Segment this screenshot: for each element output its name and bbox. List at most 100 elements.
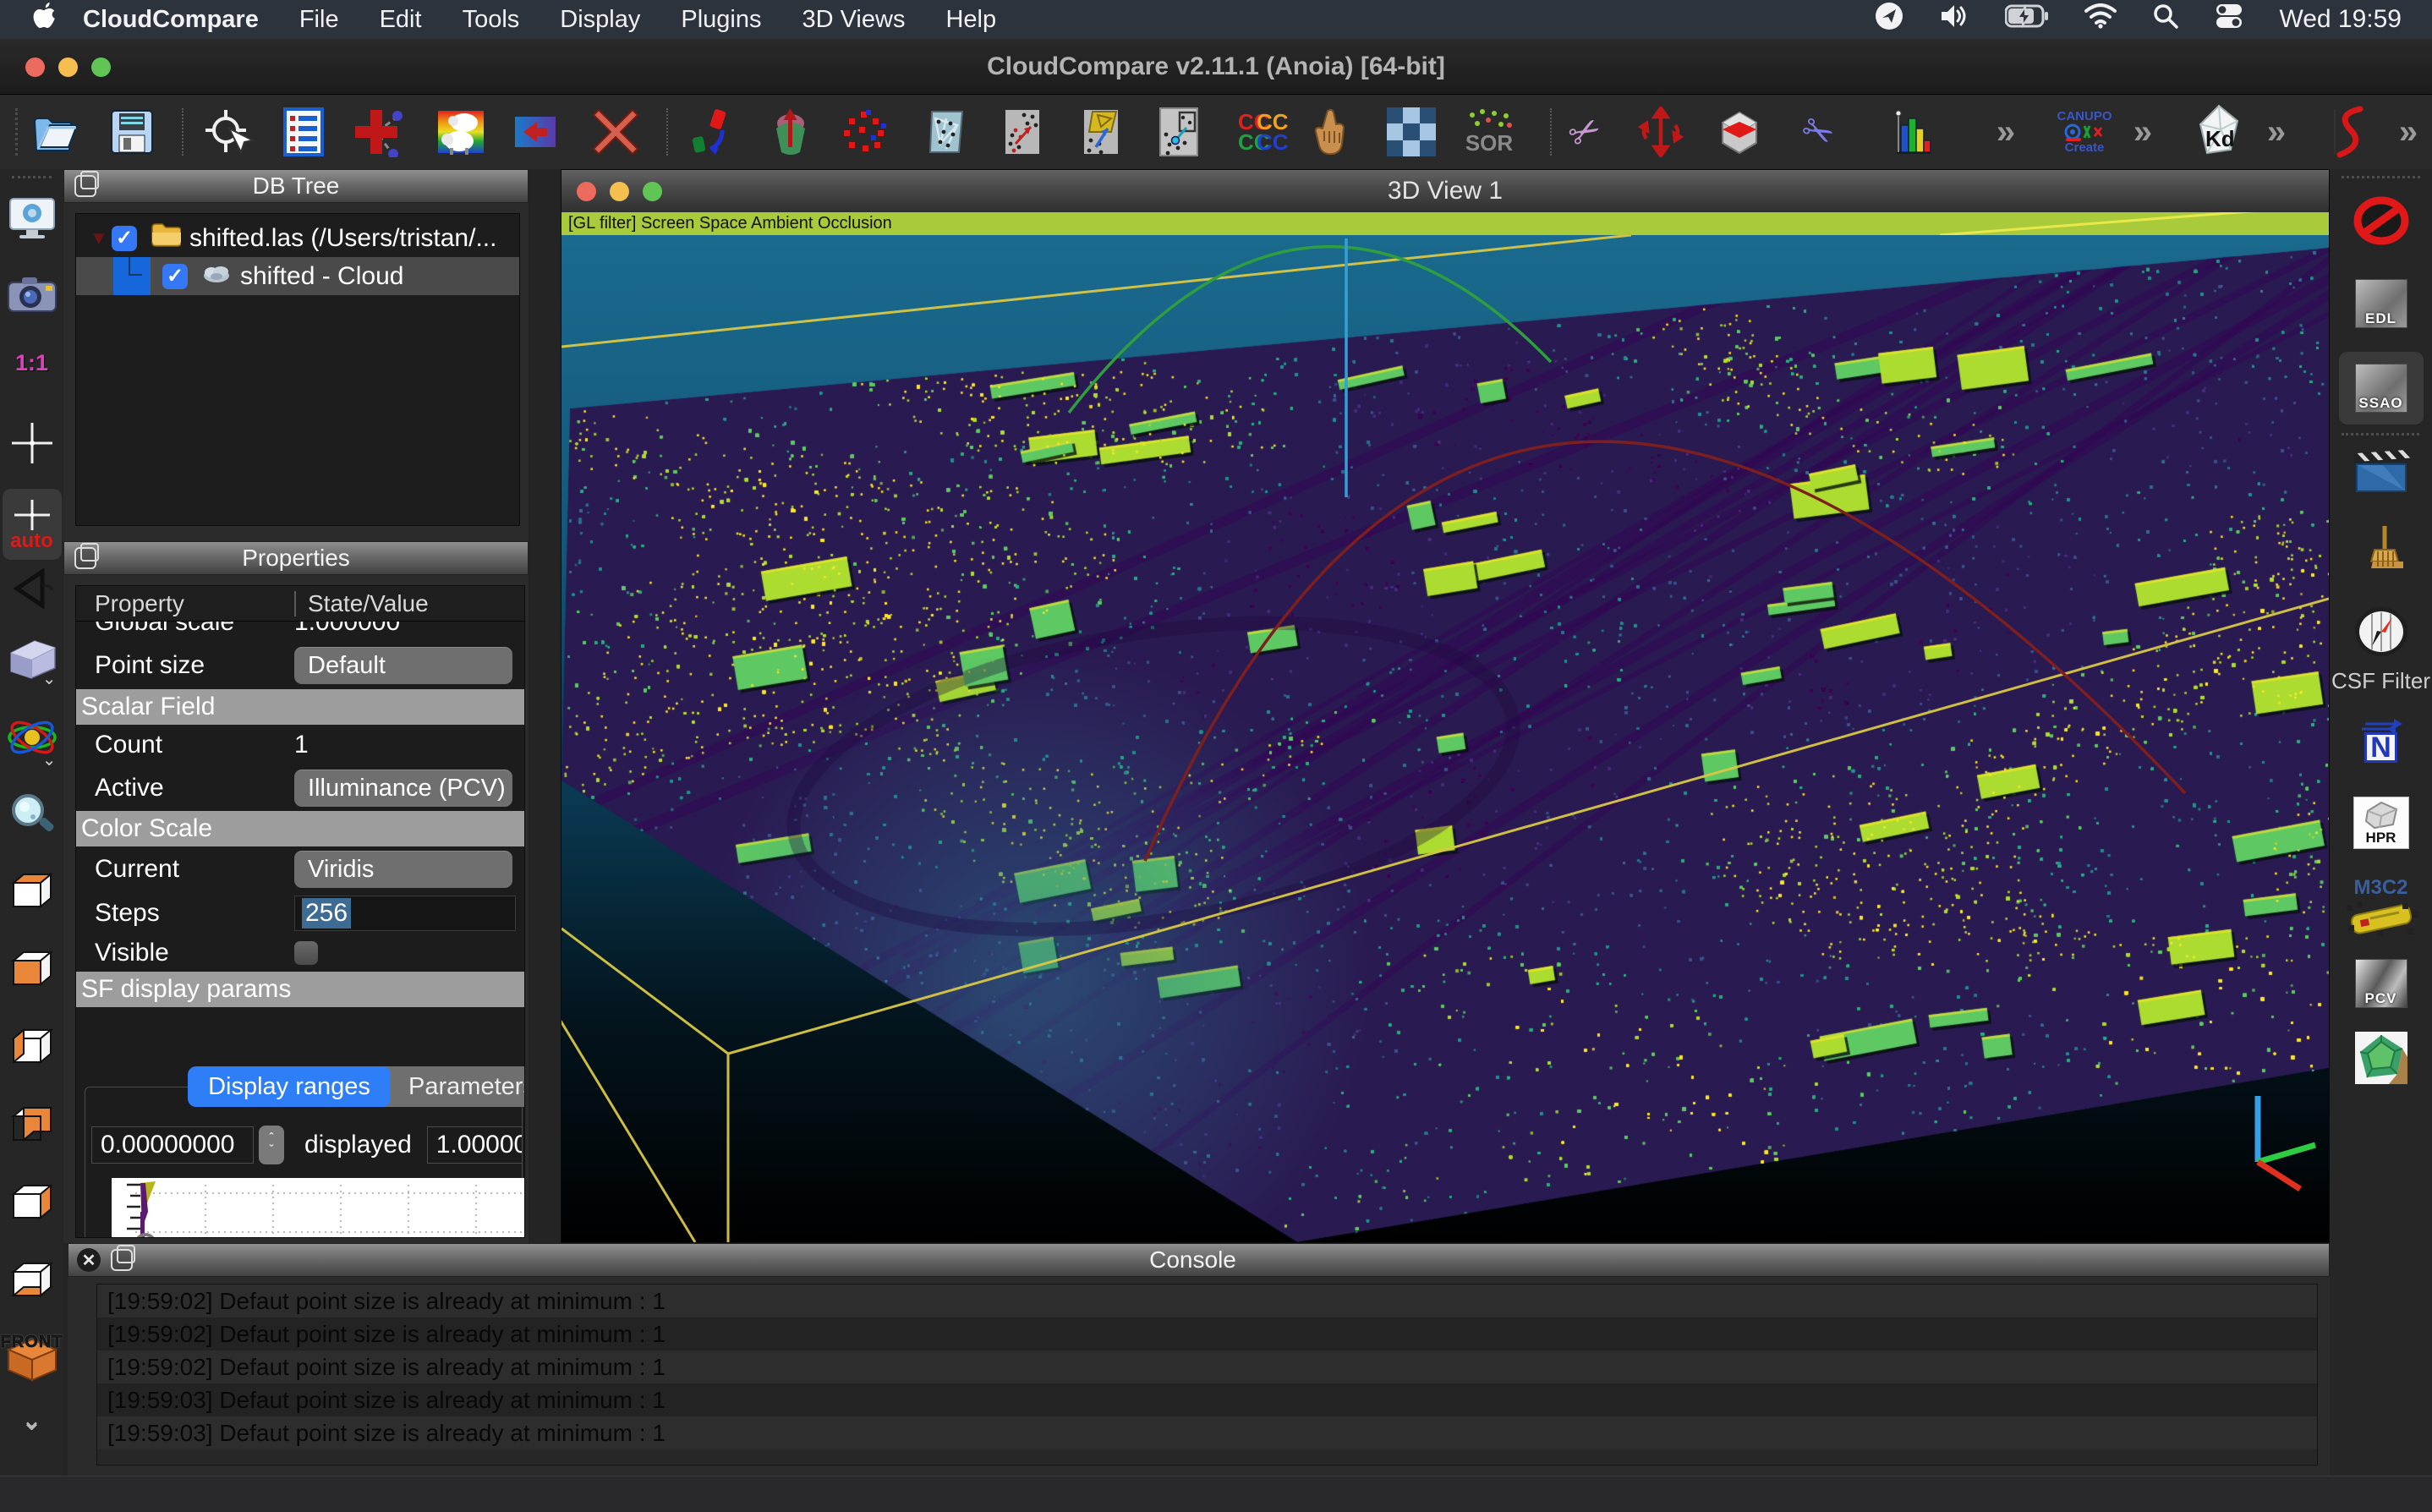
- console-close-icon[interactable]: ✕: [77, 1248, 101, 1272]
- histogram-icon[interactable]: [1884, 105, 1938, 159]
- point-picking-icon[interactable]: [352, 105, 406, 159]
- view-front-icon[interactable]: [7, 947, 58, 989]
- subsample-grid-icon[interactable]: [1384, 105, 1438, 159]
- ssao-filter-icon[interactable]: SSAO: [2339, 352, 2424, 425]
- compass-plugin-icon[interactable]: [2353, 605, 2409, 658]
- menu-3d-views[interactable]: 3D Views: [781, 0, 925, 39]
- location-icon[interactable]: [1875, 2, 1903, 37]
- fullscreen-display-icon[interactable]: [8, 196, 57, 240]
- view-right-icon[interactable]: [7, 1181, 58, 1223]
- delete-icon[interactable]: [589, 105, 643, 159]
- facets-plugin-icon[interactable]: [2355, 1032, 2407, 1084]
- edl-filter-icon[interactable]: EDL: [2355, 279, 2407, 328]
- pick-point-icon[interactable]: [202, 105, 256, 159]
- compute-normals-icon[interactable]: [764, 105, 818, 159]
- view-maximize-button[interactable]: [643, 182, 662, 201]
- toolbar-overflow-chevron[interactable]: »: [1987, 105, 2021, 159]
- dock-handle[interactable]: [12, 176, 52, 184]
- canupo-overflow-chevron[interactable]: »: [2124, 105, 2158, 159]
- volume-icon[interactable]: [1939, 3, 1969, 36]
- float-panel-icon[interactable]: [74, 547, 96, 569]
- apply-transformation-icon[interactable]: [508, 105, 562, 159]
- clean-broom-icon[interactable]: [2359, 524, 2403, 577]
- cloud-cloud-distance-icon[interactable]: [995, 105, 1049, 159]
- kdtree-plugin-icon[interactable]: Kd: [2192, 105, 2246, 159]
- view-minimize-button[interactable]: [610, 182, 629, 201]
- sra-overflow-chevron[interactable]: »: [2390, 105, 2424, 159]
- csf-filter-label[interactable]: CSF Filter: [2331, 668, 2430, 694]
- tab-display-ranges[interactable]: Display ranges: [188, 1066, 391, 1107]
- sf-histogram[interactable]: [112, 1178, 525, 1238]
- bounding-box-icon[interactable]: ⌄: [6, 636, 58, 684]
- range-min-stepper[interactable]: ˆˇ: [259, 1126, 284, 1164]
- view-bottom-icon[interactable]: [7, 1258, 58, 1301]
- cloud-visibility-checkbox[interactable]: ✓: [162, 264, 188, 289]
- console-header[interactable]: ✕ Console: [68, 1243, 2330, 1277]
- properties-list-icon[interactable]: [277, 105, 331, 159]
- view-back-icon[interactable]: [7, 1103, 58, 1145]
- hpr-plugin-icon[interactable]: HPR: [2353, 797, 2409, 849]
- m3c2-plugin-icon[interactable]: M3C2: [2343, 876, 2419, 937]
- open-file-icon[interactable]: [29, 105, 83, 159]
- cc-plugin-icon[interactable]: CCCCCCCC: [1230, 105, 1284, 159]
- menu-display[interactable]: Display: [540, 0, 660, 39]
- animation-plugin-icon[interactable]: [2353, 448, 2410, 496]
- dock-more-chevron[interactable]: ⌄⌄: [21, 1414, 42, 1429]
- menu-plugins[interactable]: Plugins: [660, 0, 781, 39]
- tree-item-cloud[interactable]: ✓ shifted - Cloud: [76, 257, 519, 295]
- steps-spinbox[interactable]: 256: [294, 896, 516, 931]
- canupo-plugin-icon[interactable]: CANUPOCreate: [2057, 105, 2112, 159]
- no-gl-filter-icon[interactable]: [2352, 191, 2411, 250]
- cloud-mesh-distance-icon[interactable]: [1074, 105, 1128, 159]
- register-icon[interactable]: [685, 105, 739, 159]
- save-icon[interactable]: [105, 105, 159, 159]
- float-panel-icon[interactable]: [74, 175, 96, 197]
- statistical-test-icon[interactable]: [1152, 105, 1206, 159]
- view-top-icon[interactable]: [7, 869, 58, 912]
- clone-icon[interactable]: [434, 105, 488, 159]
- sor-filter-icon[interactable]: SOR: [1462, 105, 1516, 159]
- range-max-input[interactable]: 1.00000000: [427, 1126, 523, 1164]
- properties-header[interactable]: Properties: [63, 541, 529, 575]
- point-size-dropdown[interactable]: Default: [294, 647, 512, 684]
- pick-rotation-center-icon[interactable]: [8, 419, 56, 467]
- range-min-input[interactable]: 0.00000000: [91, 1126, 254, 1164]
- sra-plugin-icon[interactable]: [2323, 105, 2377, 159]
- interactive-transform-icon[interactable]: [1634, 105, 1688, 159]
- menu-edit[interactable]: Edit: [359, 0, 442, 39]
- root-visibility-checkbox[interactable]: ✓: [112, 226, 137, 251]
- zoom-center-icon[interactable]: [8, 792, 57, 841]
- menubar-clock[interactable]: Wed 19:59: [2279, 5, 2402, 34]
- menu-help[interactable]: Help: [925, 0, 1016, 39]
- pcv-plugin-icon[interactable]: PCV: [2355, 959, 2407, 1008]
- visible-checkbox[interactable]: [294, 941, 318, 965]
- color-scale-dropdown[interactable]: Viridis: [294, 851, 512, 888]
- orbit-mode-icon[interactable]: ⌄: [6, 714, 58, 765]
- cross-section-icon[interactable]: [1712, 105, 1766, 159]
- segment-polyline-icon[interactable]: ✂: [1790, 105, 1844, 159]
- scissors-segment-icon[interactable]: ✂: [1558, 105, 1612, 159]
- 3d-viewport[interactable]: [561, 235, 2329, 1242]
- view-close-button[interactable]: [577, 182, 596, 201]
- menu-file[interactable]: File: [279, 0, 359, 39]
- apple-menu-icon[interactable]: [32, 2, 58, 37]
- view-left-icon[interactable]: [7, 1025, 58, 1067]
- float-panel-icon[interactable]: [111, 1249, 133, 1271]
- menu-app-name[interactable]: CloudCompare: [63, 6, 279, 34]
- active-sf-dropdown[interactable]: Illuminance (PCV): [294, 770, 512, 807]
- screenshot-camera-icon[interactable]: [7, 276, 58, 315]
- mesh-sampling-icon[interactable]: [919, 105, 973, 159]
- kd-overflow-chevron[interactable]: »: [2258, 105, 2292, 159]
- normal-arrow-icon[interactable]: N: [2358, 715, 2404, 763]
- segment-hand-icon[interactable]: [1304, 105, 1358, 159]
- tree-item-root[interactable]: ▼ ✓ shifted.las (/Users/tristan/...: [76, 219, 519, 257]
- zoom-1-1-icon[interactable]: 1:1: [15, 350, 48, 376]
- subsample-icon[interactable]: [837, 105, 891, 159]
- perspective-toggle-icon[interactable]: [8, 567, 56, 611]
- battery-icon[interactable]: [2005, 4, 2049, 35]
- search-icon[interactable]: [2152, 3, 2179, 36]
- tab-parameters[interactable]: Parameters: [382, 1066, 525, 1107]
- control-center-icon[interactable]: [2215, 3, 2243, 36]
- expand-triangle-icon[interactable]: ▼: [90, 227, 112, 249]
- menu-tools[interactable]: Tools: [442, 0, 540, 39]
